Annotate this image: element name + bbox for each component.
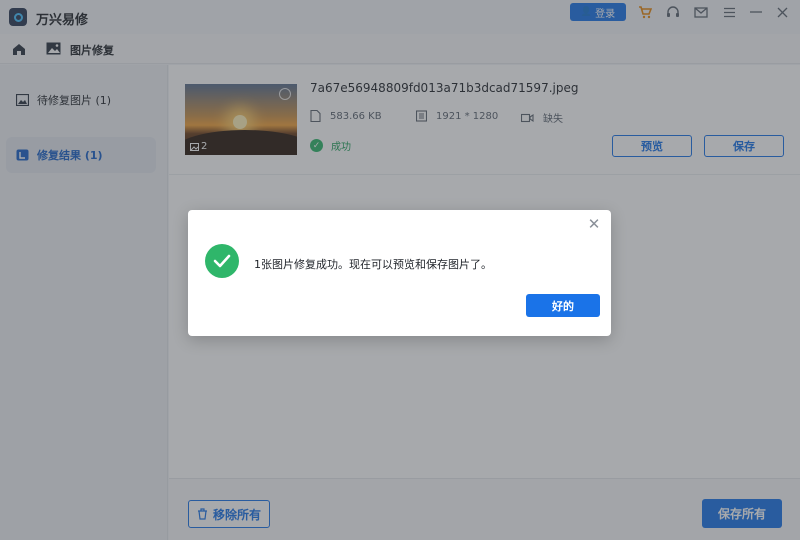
ok-button[interactable]: 好的 — [526, 294, 600, 317]
dialog-message: 1张图片修复成功。现在可以预览和保存图片了。 — [254, 258, 492, 271]
success-dialog: ✕ 1张图片修复成功。现在可以预览和保存图片了。 好的 — [188, 210, 611, 336]
close-icon[interactable]: ✕ — [586, 215, 602, 233]
success-check-icon — [205, 244, 239, 278]
